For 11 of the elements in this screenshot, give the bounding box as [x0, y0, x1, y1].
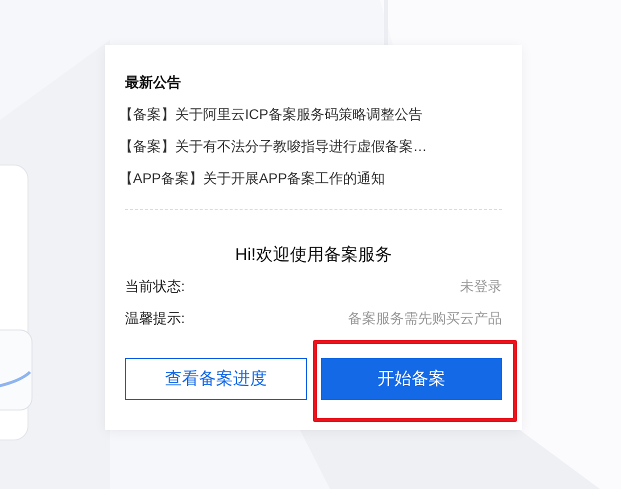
notice-link[interactable]: 【备案】关于有不法分子教唆指导进行虚假备案…: [119, 137, 427, 155]
info-value: 备案服务需先购买云产品: [348, 308, 502, 328]
info-value: 未登录: [460, 276, 502, 296]
info-label: 温馨提示:: [125, 308, 185, 328]
start-button[interactable]: 开始备案: [320, 358, 502, 400]
info-label: 当前状态:: [125, 276, 185, 296]
welcome-title: Hi!欢迎使用备案服务: [234, 244, 393, 266]
notice-link[interactable]: 【APP备案】关于开展APP备案工作的通知: [119, 169, 386, 187]
notice-link[interactable]: 【备案】关于阿里云ICP备案服务码策略调整公告: [119, 105, 422, 123]
notices-title: 最新公告: [125, 73, 182, 91]
view-progress-button[interactable]: 查看备案进度: [125, 358, 306, 400]
